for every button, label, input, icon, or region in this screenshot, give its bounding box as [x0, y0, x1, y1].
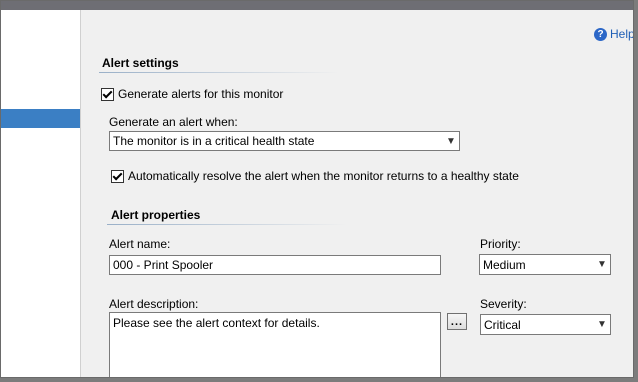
chevron-down-icon: ▼ [597, 319, 607, 330]
auto-resolve-label: Automatically resolve the alert when the… [128, 169, 519, 183]
description-ellipsis-button[interactable]: ... [447, 313, 467, 330]
section-divider [107, 224, 347, 225]
auto-resolve-checkbox[interactable]: Automatically resolve the alert when the… [111, 169, 519, 183]
section-divider [99, 72, 339, 73]
dialog-window: ? Help Alert settings Generate alerts fo… [0, 0, 634, 378]
severity-label: Severity: [480, 297, 527, 311]
title-bar [1, 1, 633, 10]
priority-label: Priority: [480, 237, 521, 251]
alert-description-textarea[interactable]: Please see the alert context for details… [109, 312, 441, 377]
severity-dropdown[interactable]: Critical ▼ [480, 314, 611, 335]
generate-when-dropdown[interactable]: The monitor is in a critical health stat… [109, 131, 460, 151]
priority-dropdown[interactable]: Medium ▼ [479, 254, 611, 275]
priority-value: Medium [483, 257, 526, 272]
severity-value: Critical [484, 317, 521, 332]
alert-name-input[interactable]: 000 - Print Spooler [109, 255, 441, 275]
alert-name-label: Alert name: [109, 237, 171, 251]
alert-properties-heading: Alert properties [111, 208, 201, 222]
nav-item-selected[interactable] [1, 109, 80, 128]
alert-description-value: Please see the alert context for details… [113, 316, 320, 330]
generate-when-label: Generate an alert when: [109, 115, 238, 129]
help-link[interactable]: ? Help [594, 26, 634, 42]
alert-settings-heading: Alert settings [102, 56, 179, 70]
alert-description-label: Alert description: [109, 297, 199, 311]
help-label: Help [610, 27, 634, 41]
chevron-down-icon: ▼ [446, 135, 456, 147]
chevron-down-icon: ▼ [597, 259, 607, 270]
generate-when-value: The monitor is in a critical health stat… [113, 134, 315, 148]
help-icon: ? [594, 27, 607, 41]
generate-alerts-checkbox[interactable]: Generate alerts for this monitor [101, 87, 283, 101]
alert-name-value: 000 - Print Spooler [113, 258, 214, 272]
generate-alerts-label: Generate alerts for this monitor [118, 87, 284, 101]
checkbox-checked-icon [101, 87, 114, 101]
checkbox-checked-icon [111, 169, 124, 183]
left-navigation-pane [1, 10, 81, 377]
